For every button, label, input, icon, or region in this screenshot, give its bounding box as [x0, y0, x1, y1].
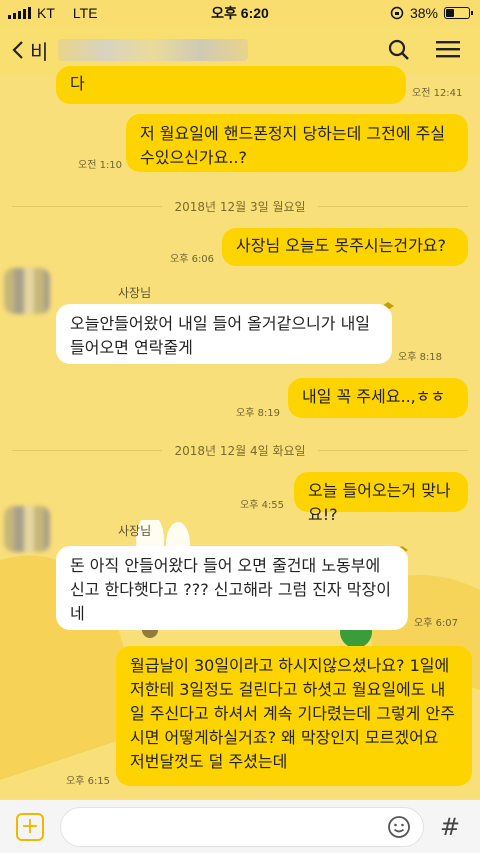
emoji-icon[interactable]: [387, 815, 411, 839]
signal-icon: [8, 7, 31, 19]
date-divider-label: 2018년 12월 3일 월요일: [174, 200, 306, 214]
message-time: 오전 1:10: [78, 160, 123, 171]
chevron-left-icon: [12, 41, 23, 59]
message-text: 월급날이 30일이라고 하시지않으셨나요? 1일에 저한테 3일정도 걸린다고 …: [130, 656, 455, 771]
date-divider-label: 2018년 12월 4일 화요일: [174, 444, 306, 458]
attach-button[interactable]: +: [16, 812, 44, 841]
hashtag-button[interactable]: #: [440, 813, 460, 841]
message-bubble-theirs[interactable]: 오늘안들어왔어 내일 들어 올거같으니가 내일 들어오면 연락줄게: [56, 304, 392, 364]
message-text: 다: [70, 74, 85, 93]
message-time: 오후 6:07: [414, 618, 459, 629]
message-time: 오후 8:19: [236, 408, 281, 419]
back-button[interactable]: 비: [12, 36, 48, 65]
date-divider: 2018년 12월 4일 화요일: [0, 442, 480, 459]
message-text: 저 월요일에 핸드폰정지 당하는데 그전에 주실수있으신가요..?: [140, 124, 446, 167]
message-bubble-mine[interactable]: 사장님 오늘도 못주시는건가요?: [222, 228, 468, 266]
carrier-label: KT: [37, 5, 55, 21]
message-bubble-mine[interactable]: 월급날이 30일이라고 하시지않으셨나요? 1일에 저한테 3일정도 걸린다고 …: [116, 646, 472, 786]
message-input-wrapper: [60, 806, 424, 847]
message-time: 오후 6:15: [66, 776, 111, 787]
message-bubble-theirs[interactable]: 돈 아직 안들어왔다 들어 오면 줄건대 노동부에 신고 한다햇다고 ??? 신…: [56, 546, 408, 630]
message-text: 돈 아직 안들어왔다 들어 오면 줄건대 노동부에 신고 한다햇다고 ??? 신…: [70, 556, 391, 623]
message-time: 오전 12:41: [412, 88, 463, 99]
search-icon[interactable]: [388, 39, 410, 61]
message-input[interactable]: [75, 807, 387, 846]
message-time: 오후 6:06: [170, 254, 215, 265]
network-label: LTE: [72, 5, 98, 21]
message-composer: + #: [0, 799, 480, 853]
date-divider: 2018년 12월 3일 월요일: [0, 198, 480, 215]
battery-level-fill: [446, 9, 455, 17]
message-text: 내일 꼭 주세요..,ㅎㅎ: [302, 387, 446, 406]
message-time: 오후 4:55: [240, 500, 285, 511]
back-label: 비: [30, 39, 49, 64]
message-bubble-mine[interactable]: 다: [56, 66, 406, 104]
message-text: 오늘안들어왔어 내일 들어 올거같으니가 내일 들어오면 연락줄게: [70, 314, 371, 357]
message-bubble-mine[interactable]: 오늘 들어오는거 맞나요!?: [294, 472, 468, 524]
message-text: 오늘 들어오는거 맞나요!?: [308, 481, 451, 524]
message-time: 오후 8:18: [398, 352, 443, 363]
sender-name: 사장님: [118, 286, 152, 300]
status-bar: KT LTE 오후 6:20 38%: [0, 0, 480, 26]
message-bubble-mine[interactable]: 내일 꼭 주세요..,ㅎㅎ: [288, 378, 468, 418]
hamburger-icon[interactable]: [436, 39, 460, 59]
avatar[interactable]: [4, 506, 50, 552]
avatar[interactable]: [4, 268, 50, 314]
sender-name: 사장님: [118, 524, 152, 538]
rotation-lock-icon: [390, 6, 404, 20]
battery-percent: 38%: [409, 5, 438, 21]
message-text: 사장님 오늘도 못주시는건가요?: [236, 236, 447, 255]
message-bubble-mine[interactable]: 저 월요일에 핸드폰정지 당하는데 그전에 주실수있으신가요..?: [126, 114, 468, 172]
chat-title-blurred: [58, 39, 249, 61]
battery-icon: [444, 7, 473, 19]
